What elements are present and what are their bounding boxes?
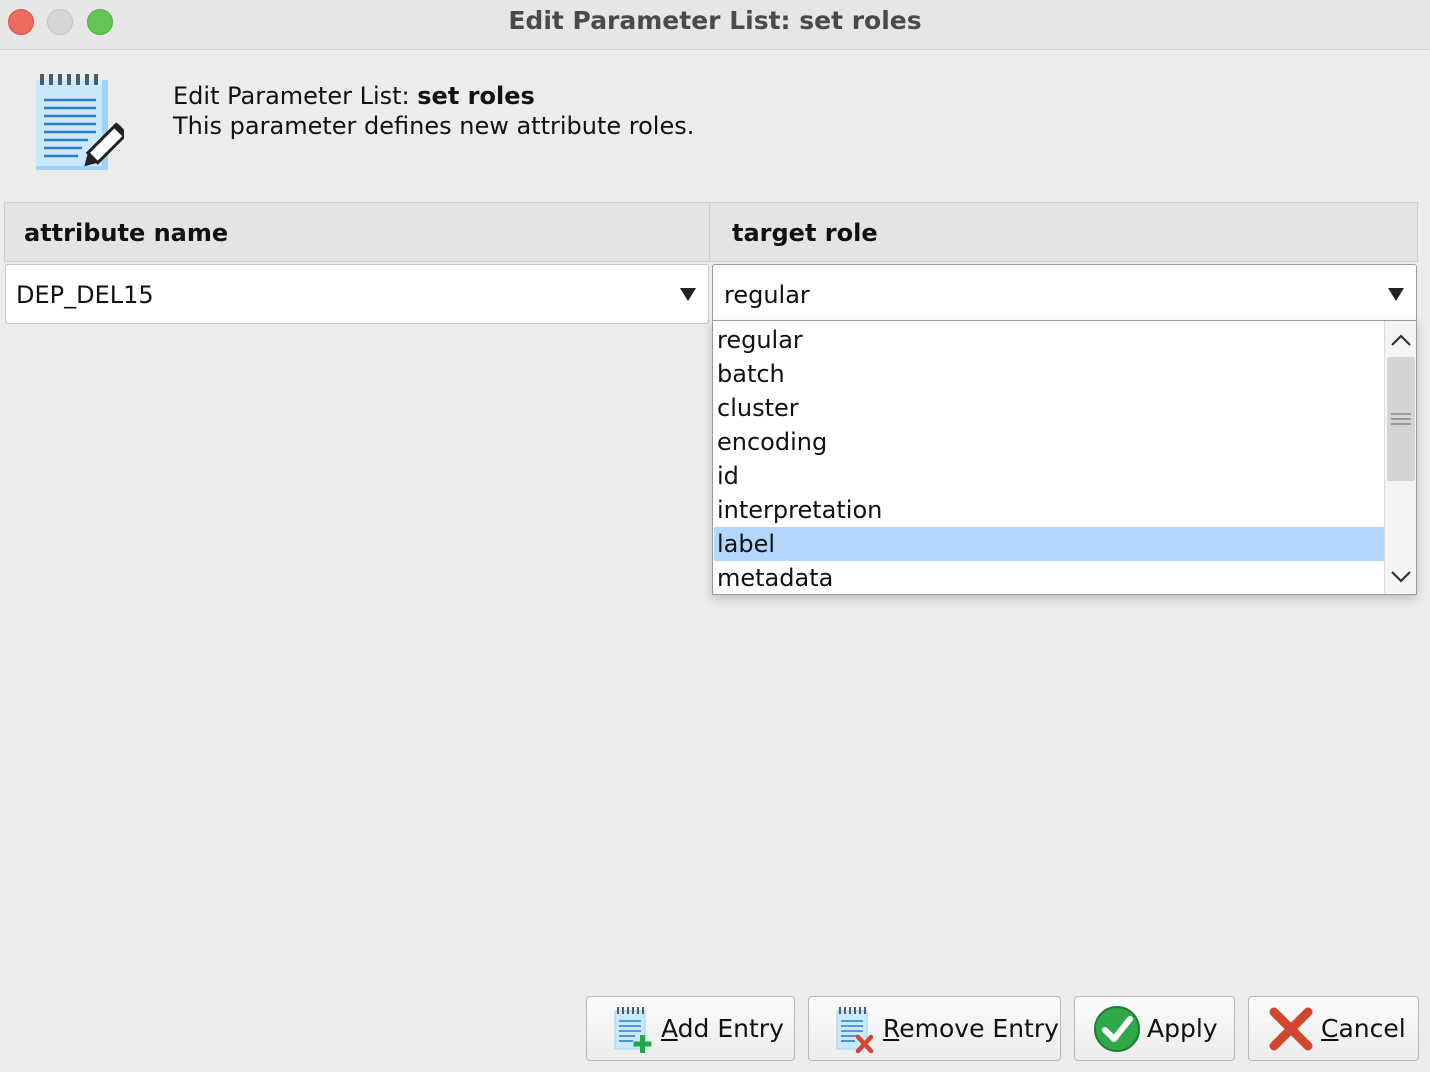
dropdown-option-id[interactable]: id <box>714 459 1384 493</box>
dropdown-option-batch[interactable]: batch <box>714 357 1384 391</box>
check-icon <box>1094 1005 1140 1052</box>
attribute-name-combobox[interactable]: DEP_DEL15 <box>5 264 709 324</box>
target-role-dropdown-list[interactable]: regular batch cluster encoding id interp… <box>712 320 1417 595</box>
table-header: attribute name target role <box>4 202 1418 262</box>
attribute-name-value: DEP_DEL15 <box>16 281 154 309</box>
dropdown-option-metadata[interactable]: metadata <box>714 561 1384 595</box>
column-header-attribute-name[interactable]: attribute name <box>5 203 710 261</box>
remove-entry-button[interactable]: Remove Entry <box>808 996 1061 1061</box>
title-bar: Edit Parameter List: set roles <box>0 0 1430 50</box>
chevron-up-icon <box>1391 334 1411 346</box>
dropdown-option-regular[interactable]: regular <box>714 323 1384 357</box>
cancel-button[interactable]: Cancel <box>1248 996 1419 1061</box>
window-title: Edit Parameter List: set roles <box>508 6 922 35</box>
chevron-down-icon <box>1391 571 1411 583</box>
notepad-remove-icon <box>836 1006 874 1053</box>
x-icon <box>1269 1007 1313 1050</box>
dropdown-arrow-icon[interactable] <box>1388 288 1404 301</box>
scroll-down-button[interactable] <box>1385 560 1417 594</box>
column-header-target-role[interactable]: target role <box>711 203 1417 261</box>
add-entry-button[interactable]: Add Entry <box>586 996 795 1061</box>
scroll-up-button[interactable] <box>1385 323 1417 357</box>
cancel-label: Cancel <box>1321 1014 1406 1043</box>
remove-entry-label: Remove Entry <box>883 1014 1059 1043</box>
notepad-add-icon <box>614 1006 652 1053</box>
header-description: This parameter defines new attribute rol… <box>173 112 695 140</box>
grip-icon <box>1391 413 1411 425</box>
dropdown-arrow-icon[interactable] <box>680 288 696 301</box>
dropdown-option-label[interactable]: label <box>714 527 1384 561</box>
dropdown-scrollbar[interactable] <box>1384 321 1416 594</box>
apply-label: Apply <box>1147 1014 1218 1043</box>
add-entry-label: Add Entry <box>661 1014 784 1043</box>
dropdown-option-cluster[interactable]: cluster <box>714 391 1384 425</box>
dropdown-option-interpretation[interactable]: interpretation <box>714 493 1384 527</box>
header-title: Edit Parameter List: set roles <box>173 82 535 110</box>
scroll-thumb[interactable] <box>1387 357 1415 481</box>
dropdown-option-encoding[interactable]: encoding <box>714 425 1384 459</box>
header-title-name: set roles <box>417 82 535 110</box>
header-title-prefix: Edit Parameter List: <box>173 82 418 110</box>
target-role-value: regular <box>724 281 810 309</box>
apply-button[interactable]: Apply <box>1074 996 1235 1061</box>
notepad-pencil-icon <box>36 74 124 170</box>
target-role-combobox[interactable]: regular <box>712 264 1417 324</box>
